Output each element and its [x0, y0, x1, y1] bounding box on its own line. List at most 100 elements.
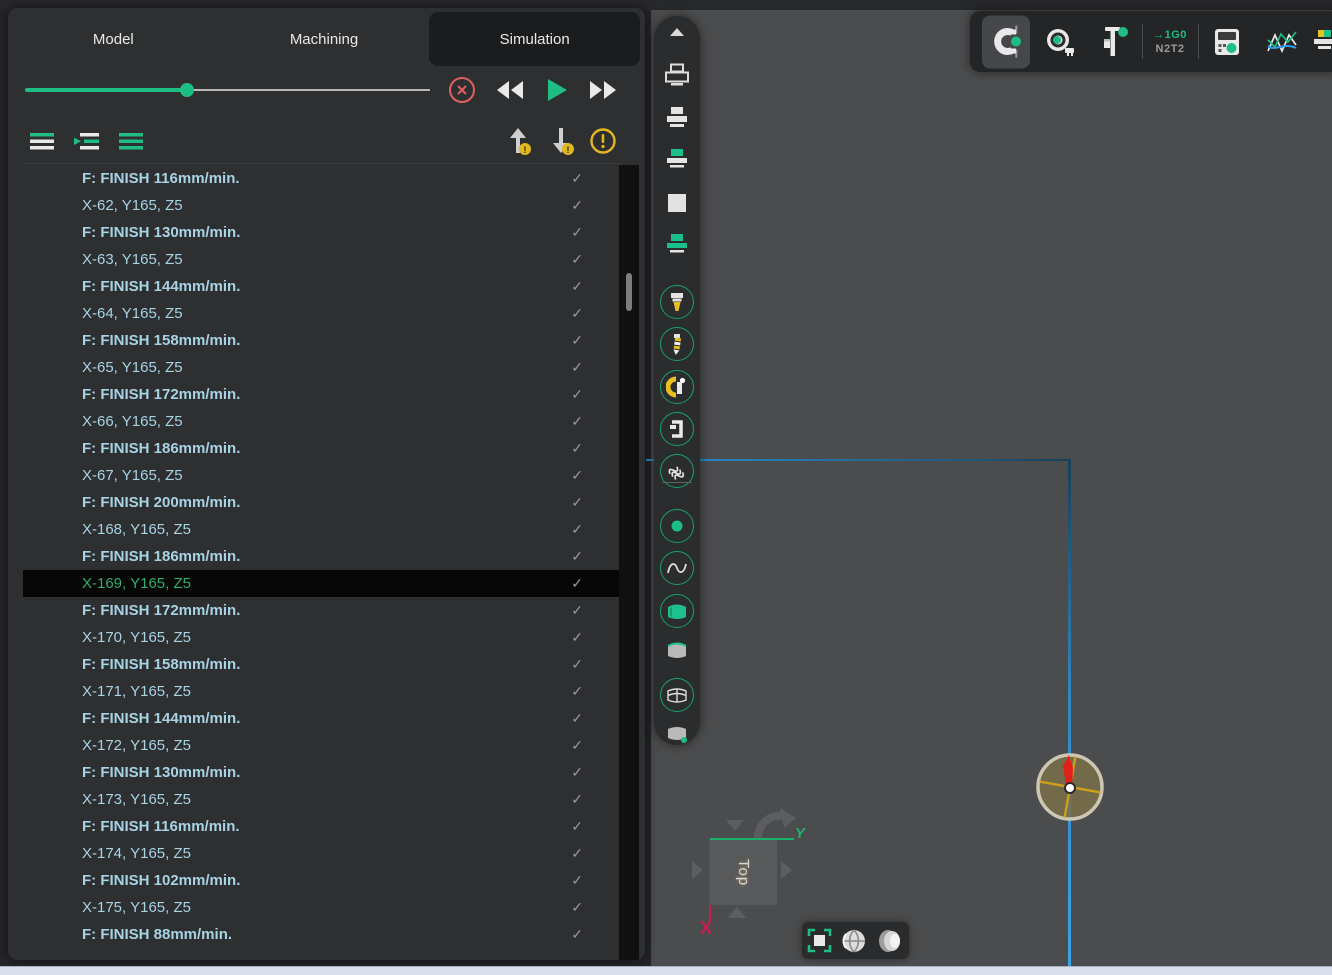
- pan-down-arrow[interactable]: [728, 907, 746, 918]
- check-icon: ✓: [571, 840, 583, 867]
- program-line[interactable]: X-64, Y165, Z5✓: [23, 300, 619, 327]
- play-button[interactable]: [542, 76, 572, 104]
- program-line[interactable]: X-170, Y165, Z5✓: [23, 624, 619, 651]
- surface-solid-button[interactable]: [660, 594, 694, 628]
- program-line[interactable]: X-169, Y165, Z5✓: [23, 570, 619, 597]
- check-icon: ✓: [571, 381, 583, 408]
- list-current-line-button[interactable]: [71, 126, 103, 156]
- calculator-button[interactable]: [1212, 27, 1242, 57]
- surface-wireframe-button[interactable]: [660, 678, 694, 712]
- view-cube[interactable]: Top: [710, 840, 777, 905]
- program-line[interactable]: F: FINISH 116mm/min.✓: [23, 813, 619, 840]
- scroll-up-button[interactable]: [669, 27, 685, 37]
- chart-lines-button[interactable]: [1265, 27, 1299, 57]
- upload-warning-button[interactable]: !: [502, 126, 534, 156]
- gcode-display-button[interactable]: →1G0 N2T2: [1153, 28, 1187, 56]
- stock-face-button[interactable]: [668, 194, 686, 212]
- tab-machining[interactable]: Machining: [219, 12, 430, 66]
- tool-holder-button[interactable]: [660, 370, 694, 404]
- tab-model[interactable]: Model: [8, 12, 219, 66]
- program-line-text: X-172, Y165, Z5: [82, 737, 191, 754]
- download-warning-button[interactable]: !: [545, 126, 577, 156]
- zoom-fit-icon: [807, 928, 832, 953]
- check-icon: ✓: [571, 813, 583, 840]
- tab-bar: Model Machining Simulation: [8, 12, 640, 66]
- program-line[interactable]: X-67, Y165, Z5✓: [23, 462, 619, 489]
- magnet-snap-button[interactable]: [982, 15, 1030, 68]
- tool-clamp-button[interactable]: [660, 412, 694, 446]
- program-line-text: F: FINISH 172mm/min.: [82, 602, 240, 619]
- show-points-button[interactable]: [660, 509, 694, 543]
- program-line-text: X-65, Y165, Z5: [82, 359, 183, 376]
- program-line[interactable]: F: FINISH 88mm/min.✓: [23, 921, 619, 948]
- program-line[interactable]: F: FINISH 116mm/min.✓: [23, 165, 619, 192]
- check-icon: ✓: [571, 921, 583, 948]
- caliper-button[interactable]: [1099, 25, 1131, 59]
- scrollbar-thumb[interactable]: [626, 273, 632, 311]
- check-icon: ✓: [571, 867, 583, 894]
- tape-measure-button[interactable]: [1044, 26, 1078, 58]
- program-line[interactable]: F: FINISH 102mm/min.✓: [23, 867, 619, 894]
- surface-shaded-icon: [665, 640, 689, 660]
- program-line[interactable]: F: FINISH 144mm/min.✓: [23, 273, 619, 300]
- program-line[interactable]: X-172, Y165, Z5✓: [23, 732, 619, 759]
- program-line[interactable]: X-171, Y165, Z5✓: [23, 678, 619, 705]
- surface-shaded-button[interactable]: [665, 640, 689, 660]
- stock-top-button[interactable]: [665, 233, 689, 255]
- cancel-button[interactable]: [447, 76, 477, 104]
- machine-stock-top-button[interactable]: [665, 148, 689, 170]
- toolbar-divider: [1142, 24, 1143, 59]
- tool-position-gizmo[interactable]: [1031, 748, 1109, 826]
- program-line[interactable]: X-173, Y165, Z5✓: [23, 786, 619, 813]
- program-line[interactable]: F: FINISH 200mm/min.✓: [23, 489, 619, 516]
- check-icon: ✓: [571, 462, 583, 489]
- list-plain-button[interactable]: [26, 126, 58, 156]
- tool-drill-button[interactable]: [660, 327, 694, 361]
- warnings-button[interactable]: [587, 126, 619, 156]
- stock-layers-button[interactable]: [1313, 29, 1332, 55]
- program-line[interactable]: F: FINISH 172mm/min.✓: [23, 381, 619, 408]
- machine-solid-button[interactable]: [665, 106, 689, 128]
- program-line[interactable]: F: FINISH 186mm/min.✓: [23, 435, 619, 462]
- sphere-view-button[interactable]: [841, 928, 867, 954]
- simulation-progress-slider[interactable]: [25, 82, 430, 98]
- check-icon: ✓: [571, 786, 583, 813]
- pan-up-arrow[interactable]: [726, 820, 744, 831]
- pan-right-arrow[interactable]: [781, 861, 792, 879]
- program-line[interactable]: F: FINISH 158mm/min.✓: [23, 651, 619, 678]
- program-line[interactable]: X-174, Y165, Z5✓: [23, 840, 619, 867]
- program-line[interactable]: X-63, Y165, Z5✓: [23, 246, 619, 273]
- program-line[interactable]: F: FINISH 130mm/min.✓: [23, 219, 619, 246]
- rewind-button[interactable]: [495, 76, 525, 104]
- pan-left-arrow[interactable]: [692, 861, 703, 879]
- surface-points-button[interactable]: [665, 724, 689, 744]
- check-icon: ✓: [571, 894, 583, 921]
- program-line[interactable]: X-175, Y165, Z5✓: [23, 894, 619, 921]
- program-line[interactable]: X-168, Y165, Z5✓: [23, 516, 619, 543]
- fast-forward-button[interactable]: [588, 76, 618, 104]
- program-line[interactable]: F: FINISH 158mm/min.✓: [23, 327, 619, 354]
- program-line[interactable]: F: FINISH 172mm/min.✓: [23, 597, 619, 624]
- list-all-icon: [118, 132, 144, 150]
- program-line-text: X-168, Y165, Z5: [82, 521, 191, 538]
- tool-cutter-button[interactable]: [660, 285, 694, 319]
- axis-y-label: Y: [795, 825, 805, 842]
- program-line-text: X-66, Y165, Z5: [82, 413, 183, 430]
- zoom-fit-button[interactable]: [807, 928, 832, 953]
- program-line[interactable]: X-65, Y165, Z5✓: [23, 354, 619, 381]
- program-line[interactable]: X-62, Y165, Z5✓: [23, 192, 619, 219]
- cylinder-view-button[interactable]: [876, 928, 904, 954]
- show-curve-button[interactable]: [660, 551, 694, 585]
- axis-x-label: X: [700, 918, 712, 939]
- program-line[interactable]: F: FINISH 186mm/min.✓: [23, 543, 619, 570]
- program-line[interactable]: F: FINISH 130mm/min.✓: [23, 759, 619, 786]
- machine-solid-icon: [665, 106, 689, 128]
- list-all-button[interactable]: [115, 126, 147, 156]
- cam-simulation-window: Model Machining Simulation: [0, 0, 1332, 975]
- program-line[interactable]: X-66, Y165, Z5✓: [23, 408, 619, 435]
- slider-thumb[interactable]: [180, 83, 194, 97]
- tab-simulation[interactable]: Simulation: [429, 12, 640, 66]
- program-line[interactable]: F: FINISH 144mm/min.✓: [23, 705, 619, 732]
- list-scrollbar[interactable]: [619, 165, 639, 960]
- machine-outline-button[interactable]: [664, 63, 690, 87]
